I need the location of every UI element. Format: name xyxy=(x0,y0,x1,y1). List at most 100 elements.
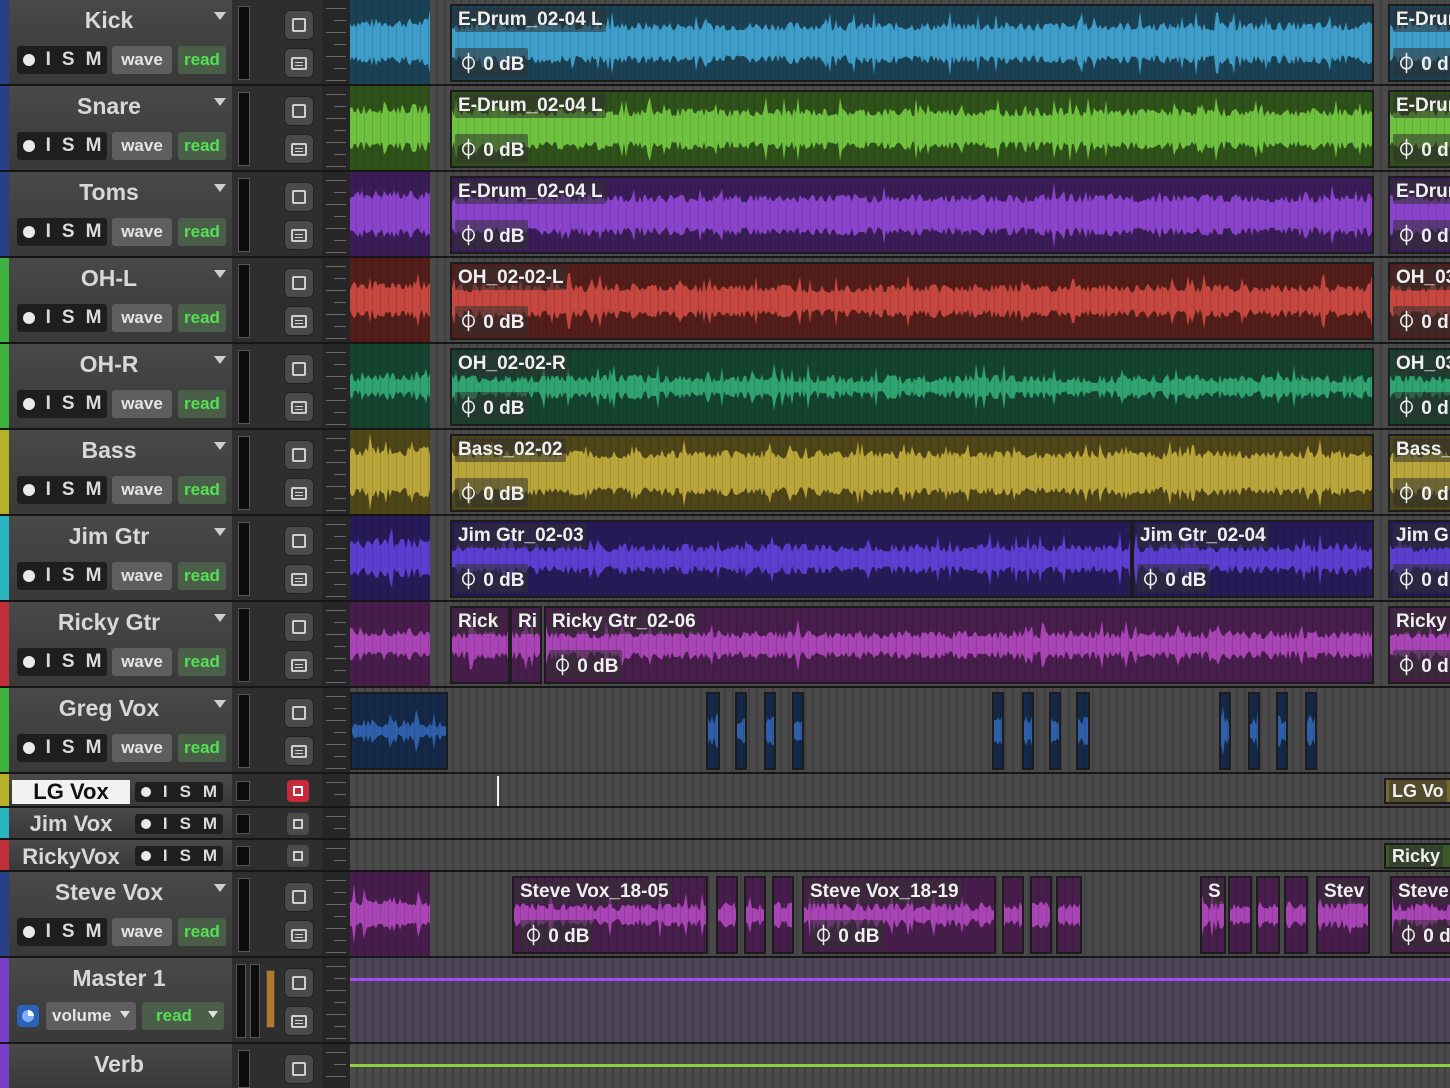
audio-clip[interactable]: Ricky Gtr_02-06 ⏀ 0 dB xyxy=(544,606,1374,684)
record-arm-button[interactable] xyxy=(22,926,35,938)
clip-gain[interactable]: ⏀ 0 dB xyxy=(455,306,529,335)
track-comments-button[interactable] xyxy=(284,392,314,422)
clip-gain[interactable]: ⏀ 0 dB xyxy=(1393,306,1450,335)
audio-clip[interactable]: Steve ⏀ 0 dB xyxy=(1390,876,1450,954)
clip-gain[interactable]: ⏀ 0 dB xyxy=(1393,134,1450,163)
automation-mode-selector[interactable]: read xyxy=(178,46,226,74)
track-view-selector[interactable]: wave xyxy=(112,132,172,160)
audio-clip[interactable]: E-Drum_02-04 L ⏀ 0 dB xyxy=(450,176,1374,254)
mute-button[interactable]: M xyxy=(86,651,102,673)
audio-clip[interactable]: Steve Vox_18-19 ⏀ 0 dB xyxy=(802,876,996,954)
track-inserts-button[interactable] xyxy=(284,526,314,556)
audio-clip[interactable] xyxy=(1076,692,1090,770)
track-comments-button[interactable] xyxy=(284,564,314,594)
mute-button[interactable]: M xyxy=(86,565,102,587)
audio-clip[interactable] xyxy=(744,876,766,954)
clip-gain[interactable]: ⏀ 0 dB xyxy=(1393,478,1450,507)
audio-clip[interactable]: Jim G ⏀ 0 dB xyxy=(1388,520,1450,598)
audio-clip[interactable] xyxy=(764,692,776,770)
input-monitor-button[interactable]: I xyxy=(46,135,51,157)
solo-button[interactable]: S xyxy=(62,307,75,329)
track-view-selector[interactable]: wave xyxy=(112,304,172,332)
solo-button[interactable]: S xyxy=(62,49,75,71)
audio-clip[interactable]: Ricky ⏀ 0 dB xyxy=(1388,606,1450,684)
track-menu-dropdown-icon[interactable] xyxy=(214,356,226,364)
track-inserts-button[interactable] xyxy=(284,882,314,912)
track-inserts-button[interactable] xyxy=(287,813,309,835)
record-arm-button[interactable] xyxy=(22,312,35,324)
track-comments-button[interactable] xyxy=(284,920,314,950)
audio-clip[interactable]: E-Drum_02-04 L ⏀ 0 dB xyxy=(1388,4,1450,82)
track-menu-dropdown-icon[interactable] xyxy=(214,700,226,708)
input-monitor-button[interactable]: I xyxy=(46,221,51,243)
audio-clip[interactable]: Ricky xyxy=(1384,843,1450,869)
mute-button[interactable]: M xyxy=(86,737,102,759)
record-arm-button[interactable] xyxy=(22,570,35,582)
solo-button[interactable]: S xyxy=(62,479,75,501)
mute-button[interactable]: M xyxy=(86,135,102,157)
audio-clip[interactable] xyxy=(1276,692,1288,770)
track-comments-button[interactable] xyxy=(284,650,314,680)
track-menu-dropdown-icon[interactable] xyxy=(214,12,226,20)
audio-clip[interactable] xyxy=(1219,692,1231,770)
track-comments-button[interactable] xyxy=(284,736,314,766)
record-arm-button[interactable] xyxy=(22,226,35,238)
solo-button[interactable]: S xyxy=(62,921,75,943)
audio-clip[interactable] xyxy=(706,692,720,770)
audio-clip[interactable]: OH_03 ⏀ 0 dB xyxy=(1388,348,1450,426)
timebase-icon[interactable] xyxy=(17,1005,39,1027)
audio-clip[interactable]: OH_02-02-R ⏀ 0 dB xyxy=(450,348,1374,426)
clip-gain[interactable]: ⏀ 0 dB xyxy=(455,220,529,249)
track-menu-dropdown-icon[interactable] xyxy=(214,884,226,892)
audio-clip[interactable] xyxy=(1049,692,1061,770)
track-view-selector[interactable]: wave xyxy=(112,46,172,74)
input-monitor-button[interactable]: I xyxy=(46,307,51,329)
track-name[interactable]: Greg Vox xyxy=(14,695,204,722)
clip-gain[interactable]: ⏀ 0 dB xyxy=(1393,392,1450,421)
solo-button[interactable]: S xyxy=(62,393,75,415)
record-arm-button[interactable] xyxy=(140,851,151,861)
track-inserts-button[interactable] xyxy=(284,698,314,728)
track-inserts-button[interactable] xyxy=(284,612,314,642)
track-name[interactable]: Master 1 xyxy=(24,965,214,992)
track-view-selector[interactable]: wave xyxy=(112,390,172,418)
mute-button[interactable]: M xyxy=(86,921,102,943)
solo-button[interactable]: S xyxy=(180,846,191,866)
track-name[interactable]: Jim Gtr xyxy=(14,523,204,550)
audio-clip[interactable] xyxy=(1284,876,1308,954)
solo-button[interactable]: S xyxy=(180,814,191,834)
track-view-selector[interactable]: wave xyxy=(112,562,172,590)
master-view-selector[interactable]: volume xyxy=(46,1002,136,1030)
input-monitor-button[interactable]: I xyxy=(163,814,168,834)
audio-clip[interactable]: Stev xyxy=(1316,876,1370,954)
track-name[interactable]: OH-R xyxy=(14,351,204,378)
audio-clip[interactable]: Rick xyxy=(450,606,510,684)
audio-clip[interactable] xyxy=(1022,692,1034,770)
clip-gain[interactable]: ⏀ 0 dB xyxy=(810,920,884,949)
track-inserts-button[interactable] xyxy=(284,440,314,470)
audio-clip[interactable] xyxy=(1228,876,1252,954)
audio-clip[interactable] xyxy=(1056,876,1082,954)
volume-automation-line[interactable] xyxy=(350,1064,1450,1067)
track-name[interactable]: Snare xyxy=(14,93,204,120)
audio-clip[interactable] xyxy=(772,876,794,954)
track-name[interactable]: Toms xyxy=(14,179,204,206)
audio-clip[interactable]: OH_02-02-L ⏀ 0 dB xyxy=(450,262,1374,340)
track-view-selector[interactable]: wave xyxy=(112,648,172,676)
clip-gain[interactable]: ⏀ 0 dB xyxy=(455,564,529,593)
audio-clip[interactable] xyxy=(792,692,804,770)
input-monitor-button[interactable]: I xyxy=(46,565,51,587)
solo-button[interactable]: S xyxy=(62,565,75,587)
solo-button[interactable]: S xyxy=(62,221,75,243)
track-inserts-button[interactable] xyxy=(284,1054,314,1084)
clip-gain[interactable]: ⏀ 0 dB xyxy=(1393,48,1450,77)
track-name[interactable]: Steve Vox xyxy=(14,879,204,906)
record-arm-button[interactable] xyxy=(22,140,35,152)
input-monitor-button[interactable]: I xyxy=(46,737,51,759)
master-automation-selector[interactable]: read xyxy=(142,1002,224,1030)
audio-clip[interactable]: LG Vo xyxy=(1384,778,1450,804)
clip-gain[interactable]: ⏀ 0 dB xyxy=(1393,564,1450,593)
track-name[interactable]: Verb xyxy=(24,1051,214,1078)
audio-clip[interactable]: Steve Vox_18-05 ⏀ 0 dB xyxy=(512,876,708,954)
track-view-selector[interactable]: wave xyxy=(112,918,172,946)
